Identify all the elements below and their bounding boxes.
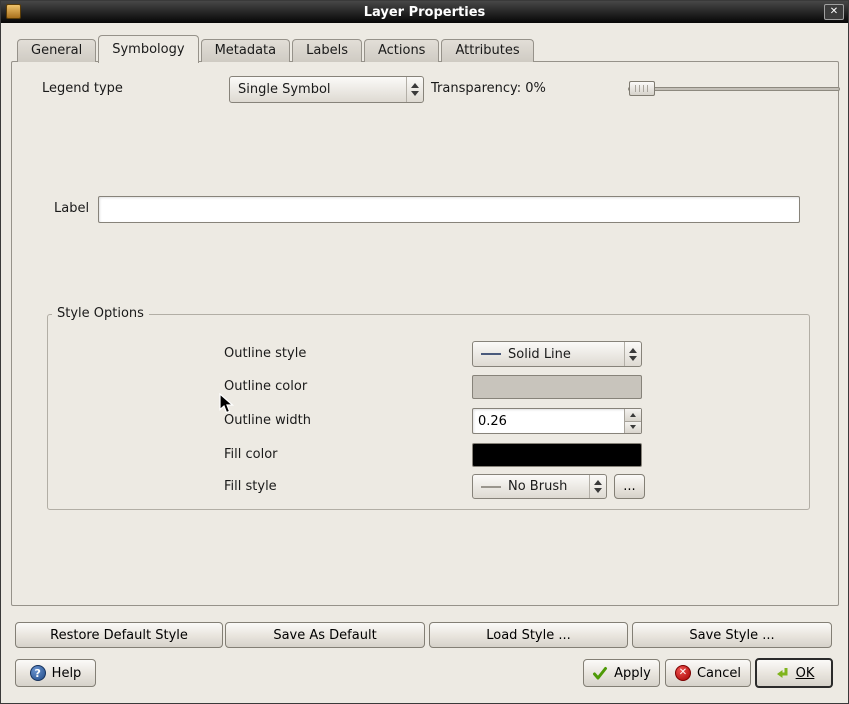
slider-groove[interactable] [628,87,840,91]
tab-attributes[interactable]: Attributes [441,39,533,62]
button-label: Save As Default [273,628,376,643]
apply-check-icon [592,665,608,681]
button-label: Load Style ... [486,628,571,643]
titlebar[interactable]: Layer Properties ✕ [1,1,848,23]
apply-button[interactable]: Apply [583,659,660,687]
tab-label: Actions [378,43,426,58]
outline-style-value: Solid Line [508,347,620,362]
fill-color-label: Fill color [224,442,278,468]
transparency-slider[interactable] [628,77,840,101]
tab-page-symbology: Legend type Single Symbol Transparency: … [11,61,839,606]
window-title: Layer Properties [364,5,486,20]
legend-type-label: Legend type [42,76,123,102]
spin-buttons [624,409,641,433]
ok-button[interactable]: OK [755,658,833,688]
transparency-label: Transparency: 0% [431,76,546,102]
layer-properties-window: Layer Properties ✕ General Symbology Met… [0,0,849,704]
help-icon: ? [30,665,46,681]
tab-actions[interactable]: Actions [364,39,440,62]
solid-line-icon [481,353,501,355]
outline-width-label: Outline width [224,408,311,434]
style-options-group [47,314,810,510]
outline-style-label: Outline style [224,341,306,367]
slider-handle[interactable] [629,81,655,96]
no-brush-icon [481,486,501,488]
combo-arrows-icon [624,342,641,366]
outline-style-select[interactable]: Solid Line [472,341,642,367]
spin-up-button[interactable] [625,409,641,421]
fill-style-value: No Brush [508,479,585,494]
label-label: Label [54,196,89,222]
spin-down-button[interactable] [625,421,641,434]
tab-label: Attributes [455,43,519,58]
close-button[interactable]: ✕ [824,4,844,20]
style-options-title: Style Options [52,306,149,322]
fill-style-browse-button[interactable]: ... [614,474,645,499]
save-style-button[interactable]: Save Style ... [632,622,832,648]
tab-label: Metadata [215,43,277,58]
save-as-default-button[interactable]: Save As Default [225,622,425,648]
fill-color-button[interactable] [472,443,642,467]
ok-return-arrow-icon [774,665,790,681]
outline-color-label: Outline color [224,374,307,400]
tab-general[interactable]: General [17,39,96,62]
cancel-button[interactable]: ✕ Cancel [665,659,751,687]
outline-width-spinner[interactable] [472,408,642,434]
label-input[interactable] [98,196,800,223]
fill-style-label: Fill style [224,474,277,500]
tab-symbology[interactable]: Symbology [98,35,198,63]
legend-type-value: Single Symbol [238,82,402,97]
button-label: Apply [614,666,651,681]
tab-label: Labels [306,43,348,58]
load-style-button[interactable]: Load Style ... [429,622,628,648]
tab-label: Symbology [112,42,184,57]
cancel-icon: ✕ [675,665,691,681]
combo-arrows-icon [406,77,423,102]
legend-type-select[interactable]: Single Symbol [229,76,424,103]
outline-width-input[interactable] [473,409,624,433]
combo-arrows-icon [589,475,606,498]
tab-label: General [31,43,82,58]
tab-bar: General Symbology Metadata Labels Action… [17,35,534,62]
help-button[interactable]: ? Help [15,659,96,687]
button-label: Cancel [697,666,741,681]
browse-label: ... [623,479,635,494]
tab-labels[interactable]: Labels [292,39,362,62]
tab-metadata[interactable]: Metadata [201,39,291,62]
restore-default-style-button[interactable]: Restore Default Style [15,622,223,648]
outline-color-button[interactable] [472,375,642,399]
window-menu-icon[interactable] [6,4,21,19]
button-label: Help [52,666,82,681]
button-label: Save Style ... [689,628,774,643]
button-label: OK [796,666,815,681]
close-icon: ✕ [830,7,838,17]
button-label: Restore Default Style [50,628,188,643]
fill-style-select[interactable]: No Brush [472,474,607,499]
